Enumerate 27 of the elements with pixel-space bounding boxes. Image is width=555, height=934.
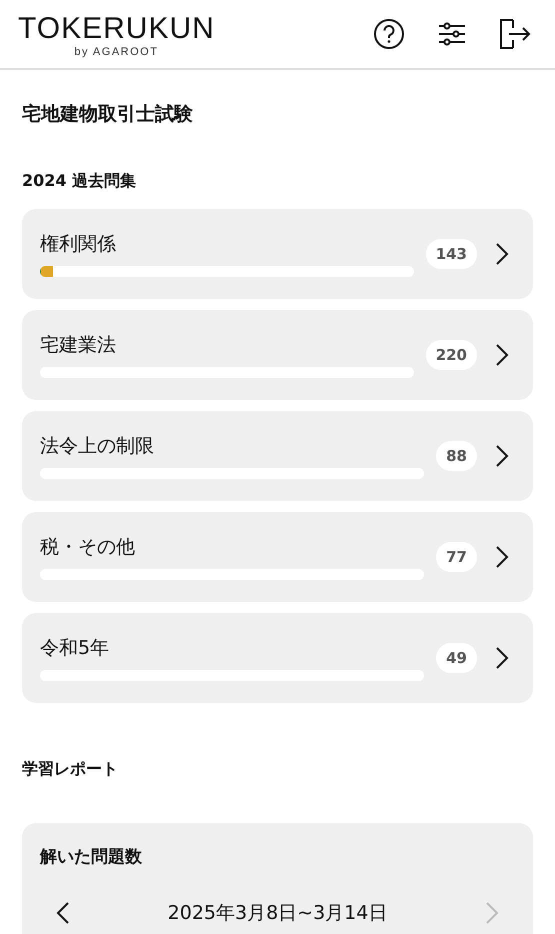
- question-count: 220: [426, 340, 477, 370]
- question-count: 49: [436, 643, 477, 673]
- category-name: 法令上の制限: [40, 434, 155, 458]
- help-icon[interactable]: [373, 18, 405, 50]
- date-range: 2025年3月8日~3月14日: [168, 901, 388, 926]
- logo-subtitle: by AGAROOT: [74, 46, 158, 58]
- question-count: 77: [436, 542, 477, 572]
- question-count: 143: [426, 239, 477, 269]
- chevron-right-icon: [495, 545, 509, 569]
- settings-sliders-icon[interactable]: [437, 21, 467, 47]
- page-title: 宅地建物取引士試験: [22, 102, 194, 126]
- chevron-right-icon: [495, 444, 509, 468]
- logout-icon[interactable]: [499, 18, 531, 50]
- category-card[interactable]: 権利関係 143: [22, 209, 533, 299]
- chevron-right-icon: [495, 343, 509, 367]
- section-title: 学習レポート: [22, 759, 119, 779]
- chevron-right-icon: [495, 646, 509, 670]
- section-title: 2024 過去問集: [22, 171, 138, 191]
- question-count: 88: [436, 441, 477, 471]
- category-name: 税・その他: [40, 534, 136, 558]
- category-name: 宅建業法: [40, 332, 117, 356]
- card-title: 解いた問題数: [40, 846, 143, 868]
- category-name: 権利関係: [40, 232, 117, 256]
- logo-text: TOKERUKUN: [18, 14, 215, 44]
- chevron-right-icon: [495, 242, 509, 266]
- category-name: 令和5年: [40, 636, 110, 660]
- chevron-left-icon[interactable]: [56, 901, 70, 925]
